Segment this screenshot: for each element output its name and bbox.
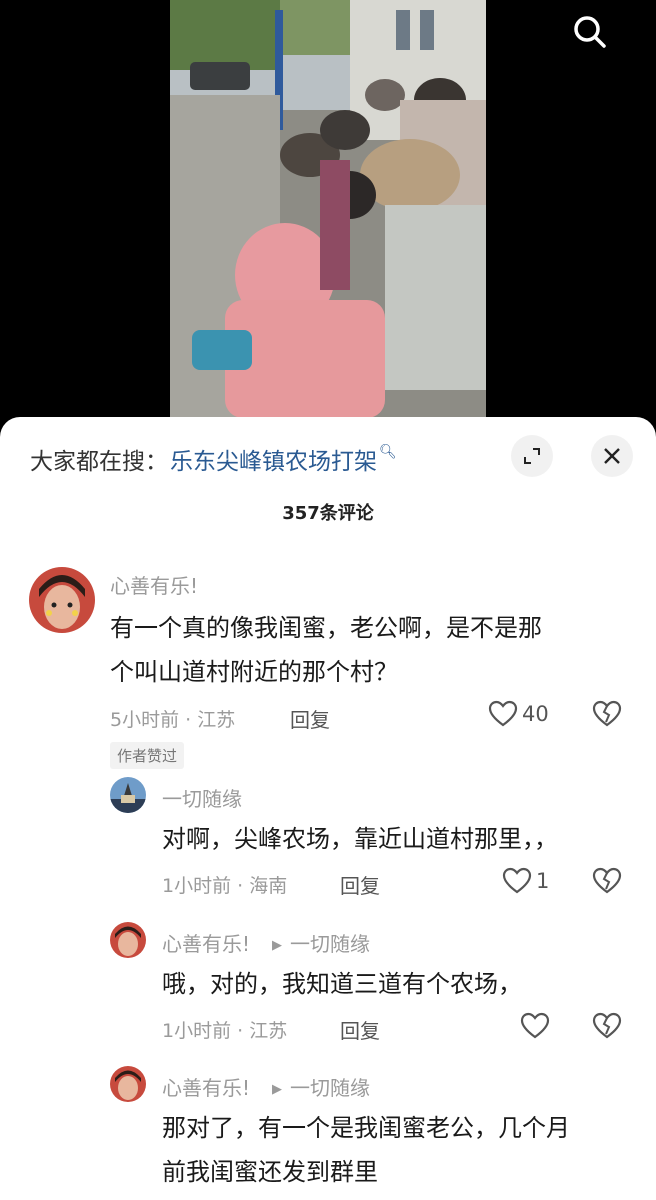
avatar[interactable] bbox=[110, 777, 146, 813]
like-count: 40 bbox=[522, 702, 549, 726]
broken-heart-icon bbox=[592, 1012, 622, 1039]
avatar-image bbox=[110, 777, 146, 813]
comment-sheet: 大家都在搜： 乐东尖峰镇农场打架 🔍︎ 357条评论 心善有乐! 有一个真的像我… bbox=[0, 417, 656, 1200]
comment-meta: 1小时前 · 海南 bbox=[162, 875, 288, 897]
comment-text-line: 个叫山道村附近的那个村？ bbox=[110, 658, 398, 686]
video-frame[interactable] bbox=[170, 0, 486, 418]
reply-author[interactable]: 心善有乐! bbox=[162, 932, 250, 956]
comment-username[interactable]: 心善有乐! bbox=[110, 570, 198, 599]
avatar[interactable] bbox=[29, 567, 95, 633]
comment-text-line: 有一个真的像我闺蜜，老公啊，是不是那 bbox=[110, 614, 542, 642]
search-icon bbox=[574, 16, 606, 48]
avatar-image bbox=[29, 567, 95, 633]
comment-username[interactable]: 心善有乐! ▶ 一切随缘 bbox=[162, 928, 370, 957]
reply-author[interactable]: 心善有乐! bbox=[162, 1076, 250, 1100]
like-count: 1 bbox=[536, 869, 550, 893]
dislike-button[interactable] bbox=[592, 1012, 622, 1044]
heart-icon bbox=[520, 1012, 550, 1039]
comment-username[interactable]: 心善有乐! ▶ 一切随缘 bbox=[162, 1072, 370, 1101]
reply-button[interactable]: 回复 bbox=[290, 704, 330, 733]
video-scene bbox=[170, 0, 486, 418]
broken-heart-icon bbox=[592, 700, 622, 727]
broken-heart-icon bbox=[592, 867, 622, 894]
like-button[interactable]: 40 bbox=[488, 700, 549, 728]
trending-search-link[interactable]: 乐东尖峰镇农场打架 bbox=[170, 442, 377, 476]
comment-text-line: 那对了，有一个是我闺蜜老公，几个月 bbox=[162, 1114, 570, 1142]
comment-text-line: 前我闺蜜还发到群里 bbox=[162, 1158, 378, 1186]
reply-arrow-icon: ▶ bbox=[272, 1082, 283, 1097]
trending-search-icon: 🔍︎ bbox=[379, 444, 397, 460]
like-button[interactable]: 1 bbox=[502, 867, 549, 895]
video-player[interactable] bbox=[0, 0, 656, 430]
reply-target[interactable]: 一切随缘 bbox=[290, 1076, 370, 1100]
reply-button[interactable]: 回复 bbox=[340, 1015, 380, 1044]
dislike-button[interactable] bbox=[592, 867, 622, 899]
reply-target[interactable]: 一切随缘 bbox=[290, 932, 370, 956]
trending-prefix: 大家都在搜： bbox=[30, 449, 168, 475]
search-button[interactable] bbox=[566, 8, 614, 56]
comment-username[interactable]: 一切随缘 bbox=[162, 783, 242, 812]
close-icon bbox=[604, 448, 620, 464]
comment-meta: 1小时前 · 江苏 bbox=[162, 1020, 288, 1042]
comment-count: 357条评论 bbox=[282, 503, 374, 524]
avatar[interactable] bbox=[110, 922, 146, 958]
comment-meta: 5小时前 · 江苏 bbox=[110, 709, 236, 731]
dislike-button[interactable] bbox=[592, 700, 622, 732]
trending-search-row: 大家都在搜： 乐东尖峰镇农场打架 🔍︎ bbox=[30, 441, 397, 477]
reply-button[interactable]: 回复 bbox=[340, 870, 380, 899]
heart-icon bbox=[502, 867, 532, 894]
comment-text-line: 对啊，尖峰农场，靠近山道村那里，， bbox=[162, 825, 558, 853]
expand-icon bbox=[524, 448, 540, 464]
avatar[interactable] bbox=[110, 1066, 146, 1102]
like-button[interactable] bbox=[520, 1012, 550, 1040]
close-button[interactable] bbox=[591, 435, 633, 477]
avatar-image bbox=[110, 1066, 146, 1102]
heart-icon bbox=[488, 700, 518, 727]
author-liked-badge: 作者赞过 bbox=[110, 742, 185, 769]
comment-text-line: 哦，对的，我知道三道有个农场， bbox=[162, 970, 522, 998]
reply-arrow-icon: ▶ bbox=[272, 938, 283, 953]
expand-button[interactable] bbox=[511, 435, 553, 477]
avatar-image bbox=[110, 922, 146, 958]
